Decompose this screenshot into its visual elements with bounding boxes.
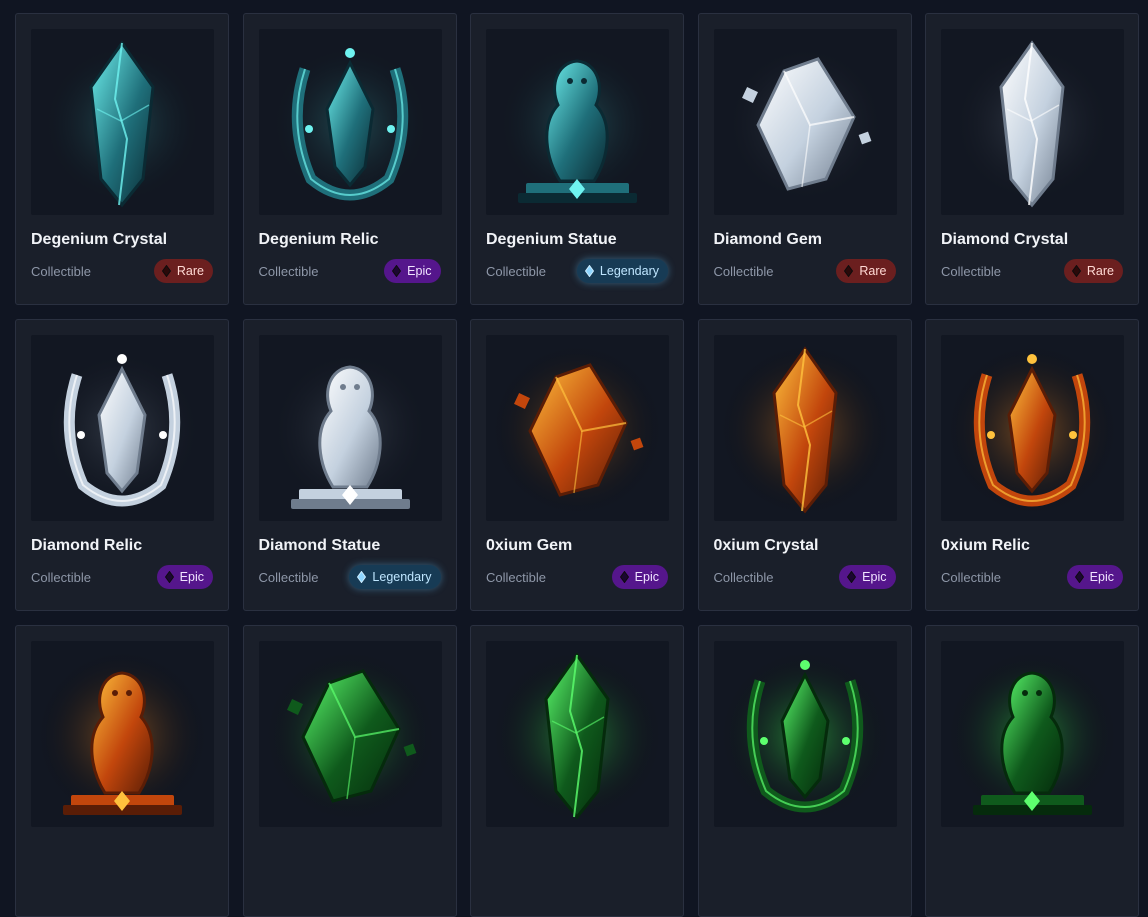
item-artwork: [941, 335, 1124, 521]
rarity-label: Epic: [407, 264, 432, 278]
epic-gem-icon: [619, 570, 629, 584]
collectible-card[interactable]: [925, 625, 1139, 917]
item-name: Diamond Relic: [31, 537, 143, 554]
item-category: Collectible: [486, 264, 546, 279]
rarity-label: Epic: [1089, 570, 1114, 584]
item-category: Collectible: [31, 570, 91, 585]
rarity-label: Rare: [859, 264, 887, 278]
rarity-label: Epic: [179, 570, 204, 584]
collectible-card[interactable]: 0xium Gem Collectible Epic: [470, 319, 684, 611]
item-category: Collectible: [713, 570, 774, 585]
item-name: Diamond Gem: [713, 231, 822, 248]
item-artwork: [31, 29, 214, 215]
diamond-gem-art: [719, 39, 890, 209]
diamond-relic-art: [37, 345, 207, 515]
rarity-label: Legendary: [599, 264, 659, 278]
rarity-label: Epic: [862, 570, 887, 584]
item-name: Degenium Statue: [486, 231, 617, 248]
degenium-relic-art: [264, 39, 435, 209]
item-name: Degenium Crystal: [31, 231, 168, 248]
collectible-card[interactable]: Diamond Crystal Collectible Rare: [925, 13, 1139, 305]
rare-gem-icon: [844, 264, 854, 278]
item-category: Collectible: [713, 264, 774, 279]
epic-gem-icon: [164, 570, 174, 584]
oxium-relic-art: [947, 345, 1117, 515]
epic-gem-icon: [847, 570, 857, 584]
binary-statue-art: [947, 651, 1117, 821]
item-name: Diamond Crystal: [941, 231, 1069, 248]
item-artwork: [31, 335, 214, 521]
item-artwork: [486, 29, 669, 215]
oxium-statue-art: [37, 651, 207, 821]
rarity-label: Rare: [1086, 264, 1114, 278]
oxium-crystal-art: [719, 345, 890, 515]
rare-gem-icon: [161, 264, 172, 278]
item-name: 0xium Relic: [941, 537, 1030, 554]
rarity-label: Rare: [176, 264, 204, 278]
legendary-gem-icon: [357, 570, 367, 584]
rarity-badge: Rare: [153, 259, 213, 283]
item-artwork: [258, 29, 442, 215]
rarity-badge: Epic: [384, 259, 441, 283]
item-category: Collectible: [258, 264, 319, 279]
collectible-card[interactable]: 0xium Relic Collectible Epic: [925, 319, 1139, 611]
collectibles-grid: Degenium Crystal Collectible Rare Degeni…: [15, 13, 1139, 917]
rarity-label: Epic: [634, 570, 659, 584]
rarity-badge: Epic: [839, 565, 896, 589]
rarity-badge: Epic: [611, 565, 668, 589]
rarity-badge: Legendary: [349, 565, 441, 589]
degenium-crystal-art: [37, 39, 207, 209]
collectible-card[interactable]: Diamond Statue Collectible Legendary: [242, 319, 457, 611]
item-name: Degenium Relic: [258, 231, 379, 248]
item-category: Collectible: [258, 570, 319, 585]
item-artwork: [713, 29, 897, 215]
item-artwork: [713, 641, 897, 827]
collectible-card[interactable]: 0xium Crystal Collectible Epic: [697, 319, 912, 611]
diamond-statue-art: [264, 345, 435, 515]
collectible-card[interactable]: Degenium Relic Collectible Epic: [242, 13, 457, 305]
rarity-label: Legendary: [372, 570, 432, 584]
collectible-card[interactable]: Diamond Gem Collectible Rare: [697, 13, 912, 305]
rarity-badge: Epic: [156, 565, 213, 589]
item-name: 0xium Gem: [486, 537, 573, 554]
item-name: Diamond Statue: [258, 537, 381, 554]
item-artwork: [31, 641, 214, 827]
item-category: Collectible: [941, 264, 1001, 279]
diamond-crystal-art: [947, 39, 1117, 209]
item-category: Collectible: [941, 570, 1001, 585]
collectible-card[interactable]: Diamond Relic Collectible Epic: [15, 319, 229, 611]
rarity-badge: Rare: [1063, 259, 1123, 283]
oxium-gem-art: [492, 345, 662, 515]
binary-crystal-art: [492, 651, 662, 821]
collectible-card[interactable]: [242, 625, 457, 917]
binary-relic-art: [719, 651, 890, 821]
item-artwork: [258, 335, 442, 521]
collectible-card[interactable]: [470, 625, 684, 917]
item-category: Collectible: [31, 264, 91, 279]
item-name: 0xium Crystal: [713, 537, 819, 554]
item-artwork: [941, 641, 1124, 827]
item-artwork: [258, 641, 442, 827]
item-artwork: [713, 335, 897, 521]
item-artwork: [941, 29, 1124, 215]
rarity-badge: Rare: [836, 259, 896, 283]
item-artwork: [486, 335, 669, 521]
rare-gem-icon: [1071, 264, 1082, 278]
collectible-card[interactable]: Degenium Crystal Collectible Rare: [15, 13, 229, 305]
epic-gem-icon: [392, 264, 402, 278]
rarity-badge: Epic: [1066, 565, 1123, 589]
collectible-card[interactable]: [697, 625, 912, 917]
rarity-badge: Legendary: [576, 259, 668, 283]
legendary-gem-icon: [584, 264, 595, 278]
degenium-statue-art: [492, 39, 662, 209]
collectible-card[interactable]: Degenium Statue Collectible Legendary: [470, 13, 684, 305]
collectible-card[interactable]: [15, 625, 229, 917]
item-artwork: [486, 641, 669, 827]
item-category: Collectible: [486, 570, 546, 585]
binary-gem-art: [264, 651, 435, 821]
epic-gem-icon: [1074, 570, 1084, 584]
